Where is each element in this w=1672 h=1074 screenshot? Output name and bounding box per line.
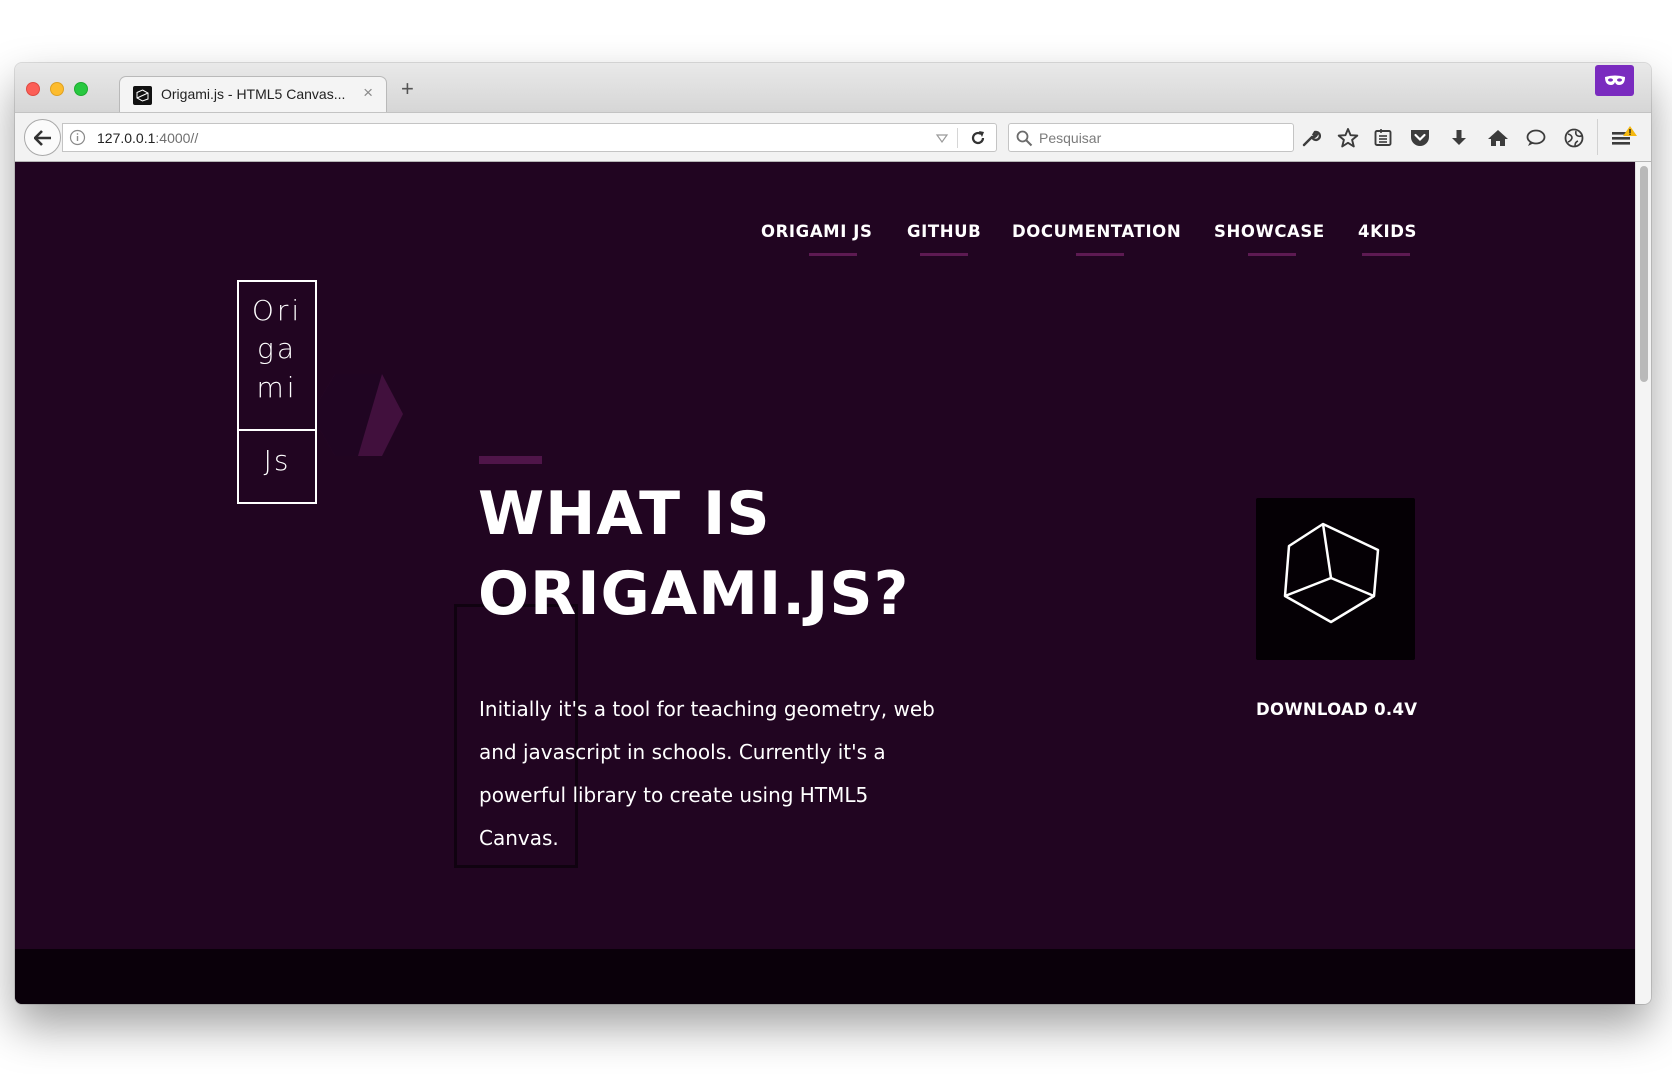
nav-underline	[920, 253, 968, 256]
nav-toolbar: 127.0.0.1:4000//	[15, 112, 1651, 162]
nav-link-showcase[interactable]: SHOWCASE	[1214, 222, 1325, 241]
scrollbar-thumb[interactable]	[1640, 166, 1648, 382]
download-button[interactable]: DOWNLOAD 0.4V	[1256, 700, 1417, 719]
footer-band	[15, 949, 1635, 1004]
nav-underline	[1248, 253, 1296, 256]
page-title: WHAT IS ORIGAMI.JS?	[478, 474, 1038, 634]
nav-link-4kids[interactable]: 4KIDS	[1358, 222, 1417, 241]
wrench-icon[interactable]	[1300, 127, 1322, 149]
url-text[interactable]: 127.0.0.1:4000//	[97, 130, 198, 146]
url-dropdown-icon[interactable]	[934, 129, 950, 147]
globe-icon[interactable]	[1563, 127, 1585, 149]
logo-line-2: ga	[257, 332, 297, 365]
url-separator	[957, 128, 958, 148]
url-path: :4000//	[155, 130, 199, 146]
browser-tab[interactable]: Origami.js - HTML5 Canvas... ×	[119, 76, 387, 113]
url-host: 127.0.0.1	[97, 130, 156, 146]
origami-logo[interactable]: Ori ga mi Js	[237, 280, 317, 504]
nav-link-github[interactable]: GITHUB	[907, 222, 981, 241]
cube-icon	[1283, 522, 1380, 624]
site-info-icon[interactable]	[69, 129, 86, 146]
nav-link-documentation[interactable]: DOCUMENTATION	[1012, 222, 1181, 241]
back-arrow-icon	[33, 129, 51, 146]
scrollbar[interactable]	[1635, 162, 1651, 1004]
intro-paragraph: Initially it's a tool for teaching geome…	[479, 697, 935, 850]
search-bar[interactable]	[1008, 123, 1294, 152]
nav-underline	[1362, 253, 1410, 256]
page-title-line-2: ORIGAMI.JS?	[478, 559, 910, 629]
nav-underline	[1076, 253, 1124, 256]
tab-bar: Origami.js - HTML5 Canvas... × +	[15, 63, 1651, 113]
minimize-window-button[interactable]	[50, 82, 64, 96]
browser-window: Origami.js - HTML5 Canvas... × + 127.0.0…	[15, 63, 1651, 1004]
logo-line-1: Ori	[251, 294, 303, 327]
reload-icon[interactable]	[969, 129, 987, 147]
nav-underline	[809, 253, 857, 256]
page-viewport: ORIGAMI JS GITHUB DOCUMENTATION SHOWCASE…	[15, 162, 1635, 1004]
chat-icon[interactable]	[1525, 127, 1547, 149]
accent-bar	[479, 456, 542, 464]
home-icon[interactable]	[1487, 127, 1509, 149]
search-input[interactable]	[1039, 125, 1287, 150]
toolbar-separator	[1597, 119, 1598, 155]
close-window-button[interactable]	[26, 82, 40, 96]
logo-line-3: mi	[256, 371, 298, 404]
page-title-line-1: WHAT IS	[478, 479, 771, 549]
download-icon[interactable]	[1448, 127, 1470, 149]
nav-link-origami-js[interactable]: ORIGAMI JS	[761, 222, 873, 241]
download-card[interactable]	[1256, 498, 1415, 660]
address-bar[interactable]: 127.0.0.1:4000//	[62, 123, 997, 152]
logo-divider	[239, 429, 315, 431]
reading-list-icon[interactable]	[1372, 127, 1394, 149]
search-icon	[1016, 130, 1033, 147]
back-button[interactable]	[24, 119, 61, 156]
logo-hexagon-icon	[311, 374, 403, 456]
star-icon[interactable]	[1337, 127, 1359, 149]
pocket-icon[interactable]	[1409, 127, 1431, 149]
zoom-window-button[interactable]	[74, 82, 88, 96]
origami-favicon-icon	[133, 86, 152, 105]
tab-close-icon[interactable]: ×	[363, 83, 373, 103]
tab-title: Origami.js - HTML5 Canvas...	[161, 86, 346, 102]
private-mask-icon[interactable]	[1595, 65, 1634, 96]
new-tab-button[interactable]: +	[401, 77, 414, 101]
logo-suffix: Js	[263, 444, 291, 477]
menu-icon[interactable]	[1611, 126, 1637, 149]
